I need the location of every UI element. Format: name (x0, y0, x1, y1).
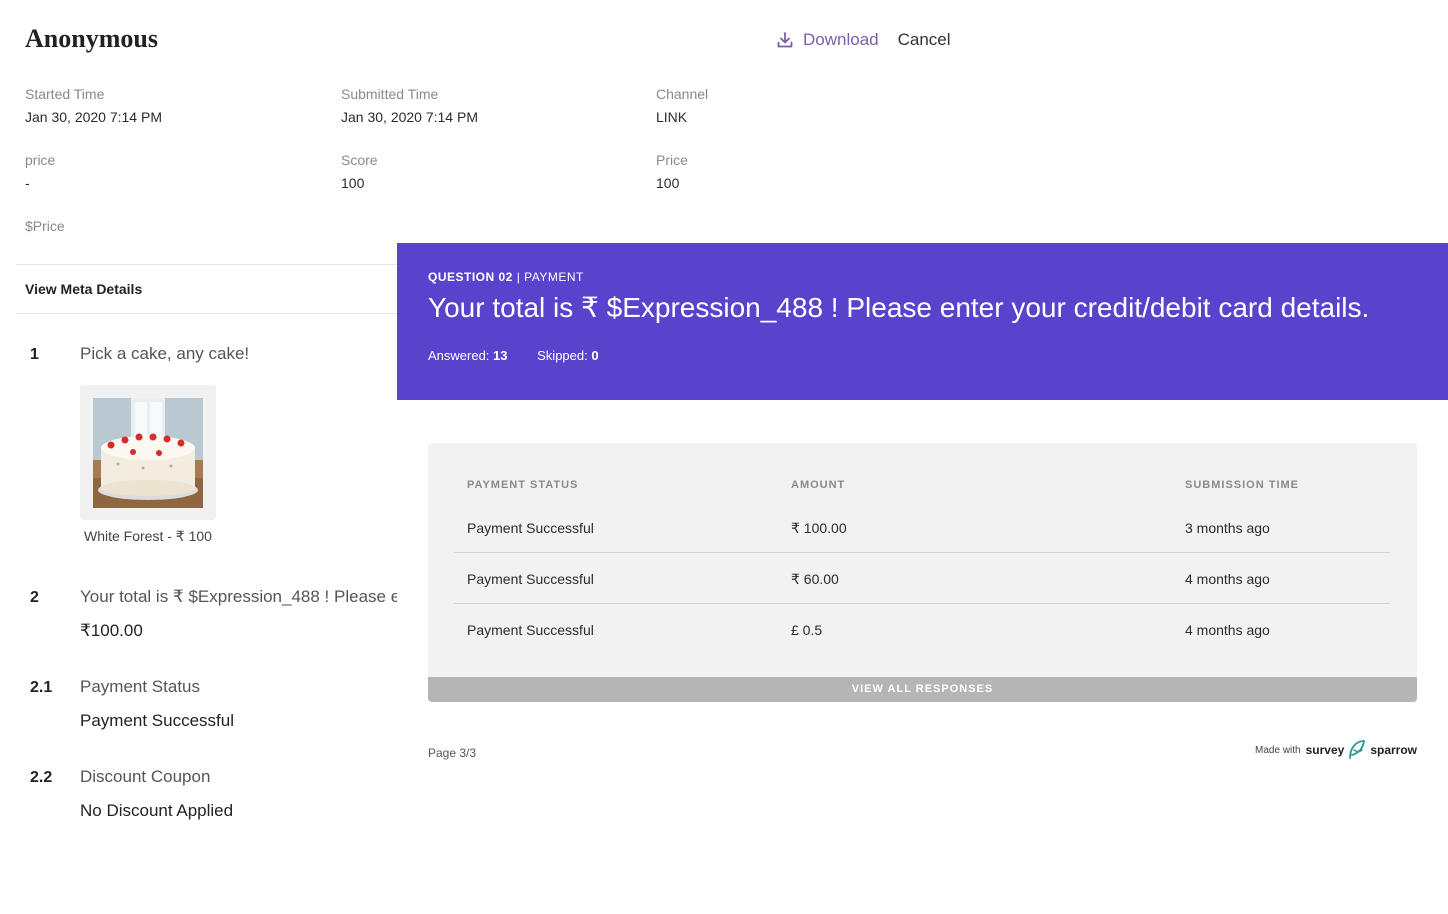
table-row: Payment Successful ₹ 100.00 3 months ago (454, 502, 1390, 553)
answer-number: 1 (30, 346, 39, 363)
respondent-title: Anonymous (25, 24, 158, 53)
question-text: Your total is ₹ $Expression_488 ! Please… (80, 587, 397, 606)
answer-value: No Discount Applied (80, 801, 234, 820)
answer-value: ₹100.00 (80, 621, 143, 640)
meta-value: Jan 30, 2020 7:14 PM (25, 109, 162, 125)
payment-responses-table: PAYMENT STATUS AMOUNT SUBMISSION TIME Pa… (428, 443, 1417, 702)
payment-status-cell: Payment Successful (467, 622, 594, 638)
answered-stat: Answered: 13 (428, 348, 508, 363)
skipped-label: Skipped: (537, 348, 588, 363)
meta-label: Submitted Time (341, 86, 439, 102)
question-text: Discount Coupon (80, 767, 211, 786)
meta-value: Jan 30, 2020 7:14 PM (341, 109, 478, 125)
question-header: QUESTION 02 | PAYMENT Your total is ₹ $E… (397, 243, 1448, 400)
sparrow-logo-icon (1349, 740, 1366, 759)
table-row: Payment Successful £ 0.5 4 months ago (454, 604, 1390, 655)
column-header-submission-time: SUBMISSION TIME (1185, 479, 1300, 491)
skipped-count: 0 (591, 348, 599, 363)
question-summary-panel: QUESTION 02 | PAYMENT Your total is ₹ $E… (397, 243, 1448, 914)
answered-label: Answered: (428, 348, 490, 363)
brand-name-left: survey (1305, 743, 1345, 757)
answer-number: 2.1 (30, 679, 53, 696)
meta-label: Price (656, 152, 688, 168)
page-indicator: Page 3/3 (428, 746, 477, 760)
payment-status-cell: Payment Successful (467, 520, 594, 536)
cake-option-card[interactable] (80, 385, 216, 520)
meta-label: Score (341, 152, 378, 168)
view-meta-details-link[interactable]: View Meta Details (25, 281, 142, 297)
column-header-amount: AMOUNT (791, 479, 846, 491)
question-title: Your total is ₹ $Expression_488 ! Please… (428, 292, 1370, 323)
meta-dollar-price: $Price (25, 218, 65, 241)
question-text-clip: Your total is ₹ $Expression_488 ! Please… (80, 585, 397, 613)
meta-price-lower: price - (25, 152, 55, 191)
answer-number: 2 (30, 589, 39, 606)
download-label: Download (803, 30, 879, 49)
header-actions: Download Cancel (776, 30, 951, 50)
meta-price: Price 100 (656, 152, 688, 191)
cake-image (93, 398, 203, 508)
meta-label: Channel (656, 86, 709, 102)
amount-cell: £ 0.5 (791, 622, 823, 638)
amount-cell: ₹ 60.00 (791, 571, 839, 587)
submission-time-cell: 3 months ago (1185, 520, 1270, 536)
meta-value: - (25, 175, 30, 191)
brand-name-right: sparrow (1370, 743, 1417, 757)
payment-status-cell: Payment Successful (467, 571, 594, 587)
meta-score: Score 100 (341, 152, 378, 191)
meta-label: Started Time (25, 86, 105, 102)
answer-number: 2.2 (30, 769, 53, 786)
made-with-label: Made with (1255, 744, 1301, 756)
amount-cell: ₹ 100.00 (791, 520, 847, 536)
download-button[interactable]: Download (776, 30, 879, 50)
meta-value: 100 (341, 175, 365, 191)
answer-value: Payment Successful (80, 711, 235, 730)
cancel-button[interactable]: Cancel (898, 30, 951, 50)
meta-value: 100 (656, 175, 680, 191)
question-number: QUESTION 02 (428, 270, 513, 284)
skipped-stat: Skipped: 0 (537, 348, 598, 363)
cake-option-caption: White Forest - ₹ 100 (84, 528, 212, 544)
question-type: PAYMENT (524, 270, 584, 284)
meta-label: price (25, 152, 56, 168)
divider (16, 313, 401, 314)
question-stats: Answered: 13 Skipped: 0 (428, 348, 625, 363)
answered-count: 13 (493, 348, 508, 363)
meta-submitted-time: Submitted Time Jan 30, 2020 7:14 PM (341, 86, 478, 125)
divider (16, 264, 401, 265)
table-row: Payment Successful ₹ 60.00 4 months ago (454, 553, 1390, 604)
question-text: Payment Status (80, 677, 201, 696)
column-header-payment-status: PAYMENT STATUS (467, 479, 579, 491)
view-all-responses-button[interactable]: VIEW ALL RESPONSES (428, 677, 1417, 702)
submission-time-cell: 4 months ago (1185, 571, 1270, 587)
meta-value: LINK (656, 109, 688, 125)
meta-channel: Channel LINK (656, 86, 708, 125)
submission-time-cell: 4 months ago (1185, 622, 1270, 638)
download-icon (777, 32, 793, 48)
meta-started-time: Started Time Jan 30, 2020 7:14 PM (25, 86, 162, 125)
meta-label: $Price (25, 218, 65, 234)
question-kicker: QUESTION 02 | PAYMENT (428, 270, 584, 284)
question-text: Pick a cake, any cake! (80, 344, 250, 363)
made-with-badge[interactable]: Made with survey sparrow (1255, 738, 1417, 762)
